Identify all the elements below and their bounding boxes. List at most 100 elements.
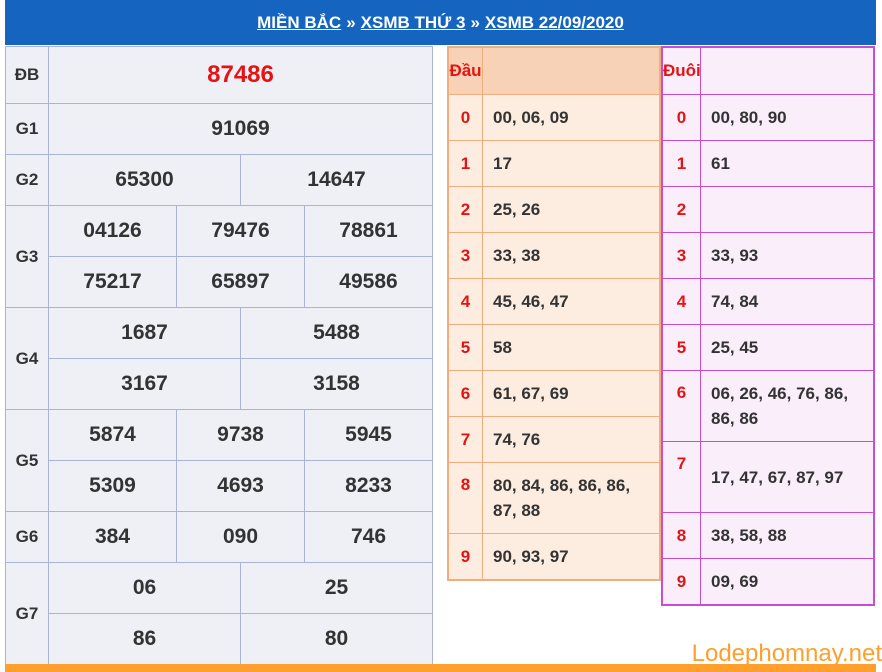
duoi-row: 1 61 (661, 140, 875, 187)
dau-values: 61, 67, 69 (482, 370, 661, 417)
duoi-digit: 0 (661, 94, 701, 141)
prize-number: 86 (48, 613, 241, 665)
prize-label: G6 (5, 511, 49, 563)
prize-number: 3158 (240, 358, 433, 410)
prize-number: 3167 (48, 358, 241, 410)
dau-row: 6 61, 67, 69 (447, 370, 661, 417)
dau-values: 17 (482, 140, 661, 187)
prize-row-g3: G3 04126 79476 78861 (5, 205, 433, 308)
duoi-values: 61 (700, 140, 875, 187)
prize-number: 78861 (304, 205, 433, 257)
dau-header-row: Đầu (447, 46, 661, 95)
site-watermark: Lodephomnay.net (691, 640, 882, 667)
dau-digit: 8 (447, 462, 483, 534)
prize-number: 14647 (240, 154, 433, 206)
dau-values: 58 (482, 324, 661, 371)
breadcrumb-mien-bac-link[interactable]: MIỀN BẮC (257, 13, 341, 33)
dau-digit: 0 (447, 94, 483, 141)
dau-title: Đầu (447, 46, 483, 95)
prize-label: G3 (5, 205, 49, 308)
dau-row: 2 25, 26 (447, 186, 661, 233)
breadcrumb-xsmb-thu3-link[interactable]: XSMB THỨ 3 (361, 13, 466, 33)
duoi-title: Đuôi (661, 46, 701, 95)
prize-number: 06 (48, 562, 241, 614)
lottery-results-table: ĐB 87486 G1 91069 G2 65300 14647 G3 0412… (5, 46, 433, 665)
prize-number: 80 (240, 613, 433, 665)
duoi-row: 2 (661, 186, 875, 233)
prize-row-g5: 5309 4693 8233 (6, 460, 433, 512)
prize-row-g4: 3167 3158 (6, 358, 433, 410)
dau-values: 80, 84, 86, 86, 86, 87, 88 (482, 462, 661, 534)
duoi-header-empty (700, 46, 875, 95)
prize-row-g5: G5 5874 9738 5945 (5, 409, 433, 512)
prize-number: 090 (176, 511, 305, 563)
duoi-digit: 8 (661, 512, 701, 559)
duoi-digit: 1 (661, 140, 701, 187)
breadcrumb-xsmb-date-link[interactable]: XSMB 22/09/2020 (485, 13, 624, 33)
duoi-values (700, 186, 875, 233)
duoi-digit: 3 (661, 232, 701, 279)
duoi-digit: 4 (661, 278, 701, 325)
duoi-values: 38, 58, 88 (700, 512, 875, 559)
duoi-table: Đuôi 0 00, 80, 90 1 61 2 3 33, 93 4 74, 84 5… (661, 46, 875, 606)
dau-row: 3 33, 38 (447, 232, 661, 279)
prize-number: 25 (240, 562, 433, 614)
breadcrumb-separator: » (470, 12, 480, 32)
duoi-values: 33, 93 (700, 232, 875, 279)
dau-values: 33, 38 (482, 232, 661, 279)
duoi-values: 17, 47, 67, 87, 97 (700, 441, 875, 513)
duoi-values: 74, 84 (700, 278, 875, 325)
dau-values: 25, 26 (482, 186, 661, 233)
duoi-header-row: Đuôi (661, 46, 875, 95)
duoi-values: 09, 69 (700, 558, 875, 606)
duoi-digit: 5 (661, 324, 701, 371)
dau-digit: 6 (447, 370, 483, 417)
duoi-values: 00, 80, 90 (700, 94, 875, 141)
duoi-digit: 2 (661, 186, 701, 233)
prize-label: ĐB (5, 46, 49, 104)
dau-row: 7 74, 76 (447, 416, 661, 463)
duoi-digit: 9 (661, 558, 701, 606)
prize-number: 04126 (48, 205, 177, 257)
duoi-values: 06, 26, 46, 76, 86, 86, 86 (700, 370, 875, 442)
dau-values: 90, 93, 97 (482, 533, 661, 581)
prize-row-g4: G4 1687 5488 (5, 307, 433, 410)
dau-row: 4 45, 46, 47 (447, 278, 661, 325)
prize-number: 91069 (48, 103, 433, 155)
prize-number: 5945 (304, 409, 433, 461)
duoi-row: 0 00, 80, 90 (661, 94, 875, 141)
duoi-row: 8 38, 58, 88 (661, 512, 875, 559)
dau-values: 74, 76 (482, 416, 661, 463)
prize-number: 1687 (48, 307, 241, 359)
dau-values: 00, 06, 09 (482, 94, 661, 141)
duoi-row: 9 09, 69 (661, 558, 875, 606)
prize-number: 49586 (304, 256, 433, 308)
breadcrumb-separator: » (346, 12, 356, 32)
dau-row: 8 80, 84, 86, 86, 86, 87, 88 (447, 462, 661, 534)
dau-row: 5 58 (447, 324, 661, 371)
duoi-row: 3 33, 93 (661, 232, 875, 279)
prize-number: 65300 (48, 154, 241, 206)
prize-row-g2: G2 65300 14647 (5, 154, 433, 206)
dau-digit: 7 (447, 416, 483, 463)
duoi-row: 5 25, 45 (661, 324, 875, 371)
dau-row: 0 00, 06, 09 (447, 94, 661, 141)
dau-digit: 4 (447, 278, 483, 325)
prize-number: 5488 (240, 307, 433, 359)
prize-label: G5 (5, 409, 49, 512)
prize-number: 9738 (176, 409, 305, 461)
duoi-digit: 7 (661, 441, 701, 513)
prize-number: 65897 (176, 256, 305, 308)
prize-number: 746 (304, 511, 433, 563)
prize-row-db: ĐB 87486 (5, 46, 433, 104)
prize-number: 75217 (48, 256, 177, 308)
prize-label: G2 (5, 154, 49, 206)
dau-digit: 2 (447, 186, 483, 233)
dau-table: Đầu 0 00, 06, 09 1 17 2 25, 26 3 33, 38 4 45,… (447, 46, 661, 581)
dau-header-empty (482, 46, 661, 95)
dau-digit: 9 (447, 533, 483, 581)
duoi-row: 4 74, 84 (661, 278, 875, 325)
prize-row-g7: 86 80 (6, 613, 433, 665)
breadcrumb: MIỀN BẮC » XSMB THỨ 3 » XSMB 22/09/2020 (5, 0, 876, 45)
prize-number: 5309 (48, 460, 177, 512)
